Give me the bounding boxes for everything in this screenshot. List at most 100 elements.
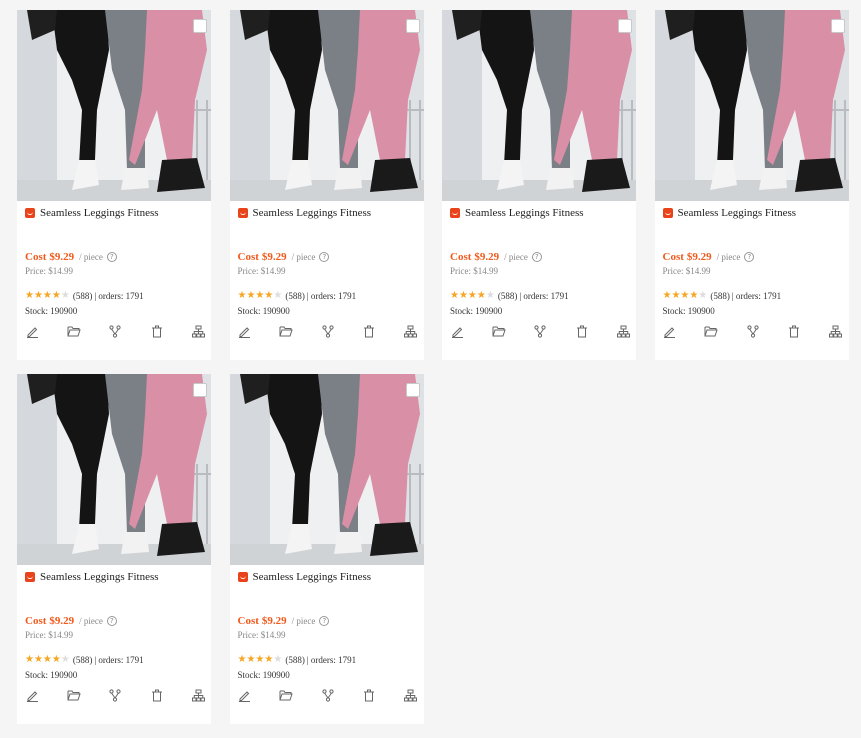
trash-icon[interactable] bbox=[150, 324, 164, 338]
select-checkbox[interactable] bbox=[830, 19, 845, 33]
product-card[interactable]: Seamless Leggings Fitness Cost $9.29 / p… bbox=[442, 10, 636, 360]
sitemap-icon[interactable] bbox=[616, 324, 630, 338]
cost-line: Cost $9.29 / piece ? bbox=[25, 615, 117, 627]
trash-icon[interactable] bbox=[575, 324, 589, 338]
rating-stars: ★★★★★ bbox=[450, 290, 495, 301]
store-logo-icon bbox=[25, 572, 35, 582]
edit-icon[interactable] bbox=[238, 688, 252, 702]
product-image[interactable] bbox=[229, 10, 424, 201]
card-actions bbox=[25, 688, 205, 702]
edit-icon[interactable] bbox=[25, 324, 39, 338]
folder-icon[interactable] bbox=[67, 324, 81, 338]
edit-icon[interactable] bbox=[25, 688, 39, 702]
review-count: (588) bbox=[72, 290, 93, 301]
review-count: (588) bbox=[72, 654, 93, 665]
product-image[interactable] bbox=[229, 374, 424, 565]
product-title[interactable]: Seamless Leggings Fitness bbox=[465, 207, 584, 219]
product-card[interactable]: Seamless Leggings Fitness Cost $9.29 / p… bbox=[17, 374, 211, 724]
cost-label: Cost bbox=[25, 251, 47, 263]
cost-line: Cost $9.29 / piece ? bbox=[238, 251, 330, 263]
stock: Stock: 190900 bbox=[237, 670, 290, 680]
sitemap-icon[interactable] bbox=[404, 688, 418, 702]
folder-icon[interactable] bbox=[67, 688, 81, 702]
product-image[interactable] bbox=[442, 10, 636, 201]
orders-count: | orders: 1791 bbox=[519, 290, 569, 301]
orders-count: | orders: 1791 bbox=[94, 290, 144, 301]
price: Price: $14.99 bbox=[25, 630, 73, 640]
product-grid: Seamless Leggings Fitness Cost $9.29 / p… bbox=[17, 10, 849, 724]
cost-value: $9.29 bbox=[686, 251, 712, 263]
cost-value: $9.29 bbox=[49, 615, 75, 627]
price: Price: $14.99 bbox=[450, 266, 498, 276]
sitemap-icon[interactable] bbox=[191, 324, 205, 338]
help-icon[interactable]: ? bbox=[106, 252, 117, 262]
product-card[interactable]: Seamless Leggings Fitness Cost $9.29 / p… bbox=[654, 10, 849, 360]
help-icon[interactable]: ? bbox=[319, 252, 330, 262]
select-checkbox[interactable] bbox=[618, 19, 632, 33]
help-icon[interactable]: ? bbox=[744, 252, 755, 262]
branch-icon[interactable] bbox=[321, 324, 335, 338]
branch-icon[interactable] bbox=[108, 324, 122, 338]
product-title[interactable]: Seamless Leggings Fitness bbox=[40, 207, 159, 219]
rating-stars: ★★★★★ bbox=[237, 290, 283, 301]
store-logo-icon bbox=[662, 208, 673, 218]
store-logo-icon bbox=[237, 208, 248, 218]
product-card[interactable]: Seamless Leggings Fitness Cost $9.29 / p… bbox=[17, 10, 211, 360]
product-image[interactable] bbox=[17, 10, 211, 201]
cost-unit: / piece bbox=[79, 616, 103, 626]
price: Price: $14.99 bbox=[237, 266, 286, 276]
help-icon[interactable]: ? bbox=[106, 616, 117, 626]
orders-count: | orders: 1791 bbox=[306, 290, 357, 301]
help-icon[interactable]: ? bbox=[319, 616, 330, 626]
branch-icon[interactable] bbox=[746, 324, 760, 338]
card-actions bbox=[25, 324, 205, 338]
stock: Stock: 190900 bbox=[662, 306, 715, 316]
edit-icon[interactable] bbox=[238, 324, 252, 338]
edit-icon[interactable] bbox=[663, 324, 677, 338]
cost-label: Cost bbox=[237, 251, 259, 263]
stock: Stock: 190900 bbox=[25, 306, 78, 316]
product-title[interactable]: Seamless Leggings Fitness bbox=[253, 571, 372, 583]
cost-value: $9.29 bbox=[261, 251, 287, 263]
product-image[interactable] bbox=[654, 10, 849, 201]
select-checkbox[interactable] bbox=[193, 19, 207, 33]
orders-count: | orders: 1791 bbox=[306, 654, 357, 665]
branch-icon[interactable] bbox=[321, 688, 335, 702]
trash-icon[interactable] bbox=[362, 324, 376, 338]
cost-line: Cost $9.29 / piece ? bbox=[238, 615, 330, 627]
select-checkbox[interactable] bbox=[405, 19, 420, 33]
product-card[interactable]: Seamless Leggings Fitness Cost $9.29 / p… bbox=[229, 10, 424, 360]
trash-icon[interactable] bbox=[150, 688, 164, 702]
folder-icon[interactable] bbox=[279, 324, 293, 338]
cost-unit: / piece bbox=[291, 616, 316, 626]
price: Price: $14.99 bbox=[662, 266, 711, 276]
branch-icon[interactable] bbox=[108, 688, 122, 702]
stock: Stock: 190900 bbox=[237, 306, 290, 316]
edit-icon[interactable] bbox=[450, 324, 464, 338]
folder-icon[interactable] bbox=[704, 324, 718, 338]
product-title[interactable]: Seamless Leggings Fitness bbox=[40, 571, 159, 583]
product-image[interactable] bbox=[17, 374, 211, 565]
folder-icon[interactable] bbox=[492, 324, 506, 338]
select-checkbox[interactable] bbox=[193, 383, 207, 397]
select-checkbox[interactable] bbox=[405, 383, 420, 397]
review-count: (588) bbox=[710, 290, 730, 301]
rating-stars: ★★★★★ bbox=[237, 654, 283, 665]
product-title[interactable]: Seamless Leggings Fitness bbox=[678, 207, 797, 219]
sitemap-icon[interactable] bbox=[404, 324, 418, 338]
folder-icon[interactable] bbox=[279, 688, 293, 702]
trash-icon[interactable] bbox=[787, 324, 801, 338]
sitemap-icon[interactable] bbox=[191, 688, 205, 702]
stock: Stock: 190900 bbox=[450, 306, 503, 316]
product-title[interactable]: Seamless Leggings Fitness bbox=[253, 207, 372, 219]
card-actions bbox=[663, 324, 843, 338]
sitemap-icon[interactable] bbox=[829, 324, 843, 338]
branch-icon[interactable] bbox=[533, 324, 547, 338]
cost-label: Cost bbox=[662, 251, 684, 263]
product-card[interactable]: Seamless Leggings Fitness Cost $9.29 / p… bbox=[229, 374, 424, 724]
cost-value: $9.29 bbox=[474, 251, 500, 263]
cost-label: Cost bbox=[450, 251, 472, 263]
cost-unit: / piece bbox=[504, 252, 528, 262]
trash-icon[interactable] bbox=[362, 688, 376, 702]
help-icon[interactable]: ? bbox=[531, 252, 542, 262]
